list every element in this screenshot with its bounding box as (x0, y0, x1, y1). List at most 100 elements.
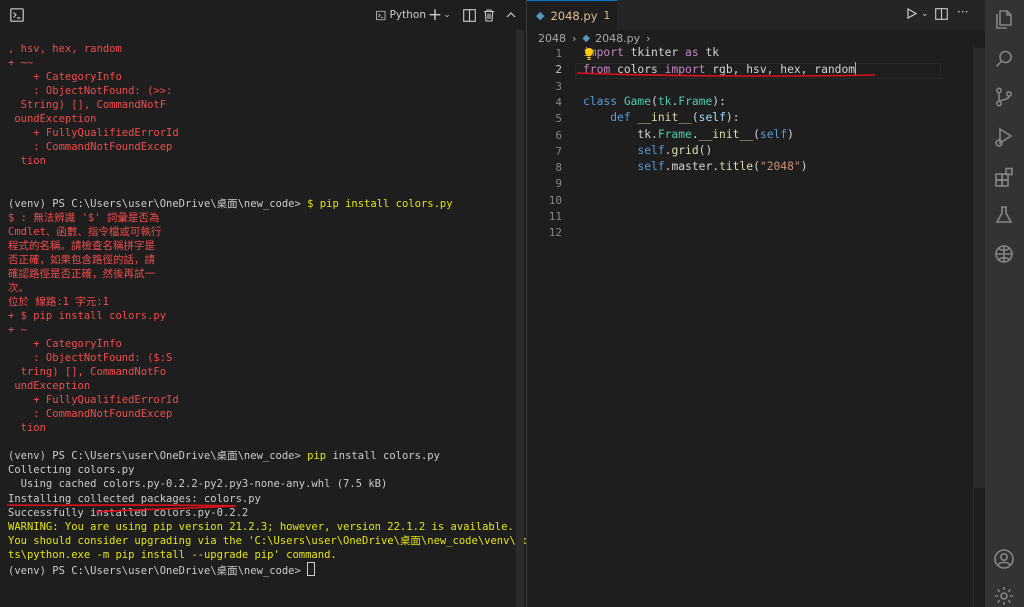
chevron-right-icon: › (572, 31, 577, 45)
terminal-line: String) [], CommandNotF (8, 99, 167, 112)
terminal-line: Collecting colors.py (8, 464, 135, 477)
explorer-icon[interactable] (993, 8, 1015, 30)
chevron-right-icon: › (646, 31, 651, 45)
code-token: ( (753, 127, 760, 141)
editor-tab-bar: ◆ 2048.py 1 ⌄ ··· (527, 0, 985, 30)
terminal-line: + $ pip install colors.py (8, 309, 167, 322)
ellipsis-icon[interactable]: ··· (957, 5, 968, 19)
terminal-line: (venv) PS C:\Users\user\OneDrive\桌面\new_… (8, 561, 523, 577)
breadcrumb-file[interactable]: 2048.py (595, 32, 640, 45)
code-token: tkinter (623, 46, 686, 59)
terminal-line: 程式的名稱。請檢查名稱拼字是 (8, 239, 155, 252)
terminal-scrollbar[interactable] (516, 30, 524, 607)
settings-icon[interactable] (993, 585, 1015, 607)
split-icon[interactable] (462, 6, 476, 24)
editor-panel[interactable]: ◆ 2048.py 1 ⌄ ··· 2048 › ◆ 2048.py › 1 im… (527, 0, 985, 607)
terminal-line: Cmdlet、函數、指令檔或可執行 (8, 225, 162, 238)
terminal-icon (376, 10, 386, 20)
terminal-line: : CommandNotFoundExcep (8, 141, 173, 154)
code-line[interactable]: import tkinter as tk (583, 46, 719, 59)
python-file-icon: ◆ (582, 32, 591, 44)
trash-icon[interactable] (482, 6, 496, 24)
line-number: 2 (555, 63, 562, 77)
plus-icon[interactable]: + (428, 5, 442, 25)
terminal-toolbar: Python + ⌄ (0, 0, 526, 30)
terminal-line: , hsv, hex, random (8, 43, 122, 55)
breadcrumb: 2048 › ◆ 2048.py › (538, 30, 657, 46)
code-token: def (610, 111, 631, 125)
code-line[interactable]: def __init__(self): (583, 111, 739, 125)
terminal-line: (venv) PS C:\Users\user\OneDrive\桌面\new_… (8, 449, 523, 463)
terminal-icon[interactable] (8, 6, 26, 24)
code-token: __init__ (698, 127, 754, 141)
terminal-line: + FullyQualifiedErrorId (8, 394, 179, 407)
code-token: ) (787, 127, 794, 141)
line-number: 6 (555, 128, 562, 142)
terminal-line: (venv) PS C:\Users\user\OneDrive\桌面\new_… (8, 197, 523, 211)
code-token: ) (800, 160, 808, 174)
terminal-line: : ObjectNotFound: ($:S (8, 352, 173, 365)
line-number: 9 (555, 177, 562, 191)
chevron-down-icon[interactable]: ⌄ (442, 6, 452, 24)
python-file-icon: ◆ (536, 9, 545, 22)
code-token: . (691, 127, 699, 141)
code-token: tk (698, 46, 720, 59)
code-token: .master. (664, 160, 720, 174)
terminal-line: tion (8, 155, 46, 168)
line-number: 12 (548, 226, 562, 240)
code-token: ( (753, 160, 760, 174)
run-debug-icon[interactable] (993, 126, 1015, 148)
terminal-text-segment: (venv) PS C:\Users\user\OneDrive\桌面\new_… (8, 564, 308, 577)
testing-icon[interactable] (993, 204, 1015, 226)
terminal-output[interactable]: , hsv, hex, random + ~~ + CategoryInfo : … (8, 42, 548, 577)
code-token: __init__ (637, 111, 692, 125)
extensions-icon[interactable] (993, 166, 1015, 188)
tab-problem-count: 1 (603, 9, 611, 22)
line-number: 3 (555, 79, 562, 93)
terminal-line: You should consider upgrading via the 'C… (8, 534, 548, 547)
code-token: self (637, 160, 665, 174)
terminal-cursor (307, 561, 316, 576)
terminal-line: Using cached colors.py-0.2.2-py2.py3-non… (8, 478, 388, 491)
terminal-line: + CategoryInfo (8, 337, 122, 350)
split-editor-icon[interactable] (935, 8, 948, 23)
terminal-line: + ~ (8, 323, 27, 336)
run-icon[interactable] (907, 7, 918, 22)
breadcrumb-folder[interactable]: 2048 (538, 32, 566, 45)
code-line[interactable]: self.grid() (583, 144, 712, 157)
account-icon[interactable] (993, 548, 1015, 570)
code-line[interactable]: tk.Frame.__init__(self) (583, 128, 794, 141)
code-token: tk (657, 94, 672, 108)
source-control-icon[interactable] (993, 86, 1015, 108)
code-line[interactable]: class Game(tk.Frame): (583, 95, 726, 108)
line-number: 4 (555, 95, 562, 109)
code-token: () (698, 143, 713, 157)
tab-2048-py[interactable]: ◆ 2048.py 1 (527, 0, 617, 30)
chevron-down-icon[interactable]: ⌄ (921, 9, 929, 19)
terminal-shell-selector[interactable]: Python (376, 6, 426, 24)
annotation-underline (576, 72, 876, 77)
chevron-up-icon[interactable] (504, 6, 518, 24)
terminal-text-segment: $ pip install colors.py (307, 197, 453, 210)
code-token: ( (691, 111, 699, 125)
line-number: 11 (548, 210, 562, 223)
line-number: 10 (548, 193, 562, 207)
line-number: 8 (555, 161, 562, 175)
code-line[interactable]: self.master.title("2048") (583, 160, 808, 174)
terminal-line: 確認路徑是否正確，然後再試一 (8, 267, 155, 280)
lightbulb-icon[interactable] (584, 47, 594, 61)
remote-icon[interactable] (993, 243, 1015, 265)
terminal-line: : ObjectNotFound: (>>: (8, 85, 173, 98)
annotation-underline (6, 504, 237, 513)
terminal-panel[interactable]: Python + ⌄ , hsv, hex, random + ~~ + Cate… (0, 0, 548, 607)
code-token: port (596, 46, 624, 59)
activity-bar (985, 0, 1024, 607)
terminal-line: $ : 無法辨識 '$' 詞彙是否為 (8, 211, 160, 224)
search-icon[interactable] (993, 48, 1015, 70)
code-token: tk. (583, 127, 658, 141)
code-token: self (637, 143, 665, 157)
terminal-shell-name: Python (389, 9, 426, 21)
